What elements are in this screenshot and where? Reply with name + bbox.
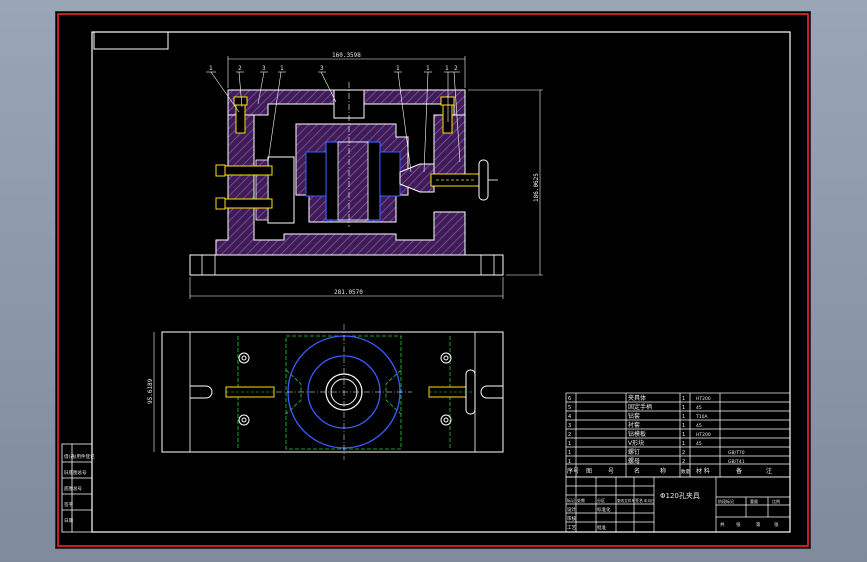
balloon-8: 1 xyxy=(445,65,449,72)
bom-cell-r4-c1: 钻模板 xyxy=(628,430,646,438)
bom-header-no2: 号 xyxy=(608,468,614,475)
bom-cell-r1-c1: 固定手柄 xyxy=(628,403,652,411)
bom-cell-r6-c1: 螺钉 xyxy=(628,448,640,456)
side-table-cell-4: 签字 xyxy=(64,501,73,508)
bom-header-name2: 称 xyxy=(660,467,666,475)
bom-cell-r3-c2: 1 xyxy=(682,423,685,429)
title-sign: 签名 xyxy=(635,497,643,503)
bom-cell-r0-c2: 1 xyxy=(682,396,685,402)
balloon-1: 1 xyxy=(209,65,213,72)
bom-header-remark: 备 xyxy=(736,467,742,475)
bom-cell-r5-c2: 1 xyxy=(682,441,685,447)
base-width-dimension: 281.0570 xyxy=(334,289,363,296)
title-count: 处数 xyxy=(577,497,585,503)
bom-cell-r1-c3: 45 xyxy=(696,405,702,411)
stage-scale: 比例 xyxy=(772,498,780,504)
bom-header-name: 名 xyxy=(634,467,640,475)
bom-cell-r0-c1: 夹具体 xyxy=(628,394,646,402)
bom-cell-r7-c1: 螺母 xyxy=(628,457,640,465)
front-section-view xyxy=(189,82,504,276)
side-table-cell-2: 旧底图总号 xyxy=(64,469,87,476)
bom-header-material: 材 料 xyxy=(696,467,710,475)
bom-cell-r4-c0: 2 xyxy=(568,432,571,438)
bom-cell-r7-c4: GB/T41 xyxy=(728,459,745,465)
bom-cell-r5-c0: 1 xyxy=(568,441,571,447)
bom-cell-r6-c4: GB/T70 xyxy=(728,450,745,456)
sheet-number: 第 xyxy=(756,521,761,528)
balloon-2: 2 xyxy=(238,65,242,72)
plan-depth-dimension: 95.6189 xyxy=(147,378,154,404)
title-std: 标准化 xyxy=(597,506,611,513)
top-width-dimension: 160.3598 xyxy=(332,52,361,59)
bom-cell-r5-c3: 45 xyxy=(696,441,702,447)
title-design: 设计 xyxy=(567,506,576,513)
bom-cell-r3-c1: 衬套 xyxy=(628,421,640,429)
plan-view xyxy=(153,324,504,460)
bom-cell-r2-c1: 钻套 xyxy=(628,412,640,420)
bom-cell-r5-c1: V形块 xyxy=(628,439,644,447)
bom-cell-r1-c2: 1 xyxy=(682,405,685,411)
side-table-cell-5: 日期 xyxy=(64,518,73,524)
bom-header-drawing: 图 xyxy=(586,468,592,475)
title-zone: 分区 xyxy=(597,497,605,503)
stage-mark: 阶段标记 xyxy=(718,498,734,504)
bom-cell-r6-c0: 1 xyxy=(568,450,571,456)
title-change-doc: 更改文件号 xyxy=(617,498,635,503)
title-mark: 标记 xyxy=(567,497,575,503)
balloon-9: 2 xyxy=(454,65,458,72)
bom-cell-r3-c0: 3 xyxy=(568,423,571,429)
bom-cell-r7-c0: 1 xyxy=(568,459,571,465)
bom-cell-r0-c3: HT200 xyxy=(696,396,711,402)
bom-header-remark2: 注 xyxy=(766,467,772,475)
side-table-cell-1: 借(通)用件登记 xyxy=(64,453,95,460)
bom-header-no: 序号 xyxy=(567,467,579,475)
bill-of-materials-grid xyxy=(565,392,791,478)
bom-header: 序号 图 号 名 称 数量 材 料 备 注 xyxy=(567,467,772,475)
part-name: Φ120孔夹具 xyxy=(660,491,700,500)
bom-cell-r7-c2: 2 xyxy=(682,459,685,465)
bom-header-qty: 数量 xyxy=(681,468,690,475)
balloon-7: 1 xyxy=(426,65,430,72)
bom-cell-r2-c3: T10A xyxy=(695,414,708,420)
bom-cell-r2-c0: 4 xyxy=(568,414,571,420)
bom-cell-r6-c2: 2 xyxy=(682,450,685,456)
title-approve: 批准 xyxy=(597,524,606,531)
engineering-drawing: 1 2 3 1 3 1 1 1 2 160.3598 281.0570 186.… xyxy=(57,13,809,547)
bom-cell-r3-c3: 45 xyxy=(696,423,702,429)
balloon-6: 1 xyxy=(396,65,400,72)
sheet-number-unit: 张 xyxy=(774,521,779,528)
cad-drawing-canvas[interactable]: 1 2 3 1 3 1 1 1 2 160.3598 281.0570 186.… xyxy=(56,12,810,548)
bom-cell-r4-c3: HT200 xyxy=(696,432,711,438)
balloon-5: 3 xyxy=(320,65,324,72)
side-table-cell-3: 底图总号 xyxy=(64,485,82,492)
title-process: 工艺 xyxy=(567,525,576,531)
stage-weight: 重量 xyxy=(750,498,758,504)
balloon-4: 1 xyxy=(280,65,284,72)
bom-cell-r2-c2: 1 xyxy=(682,414,685,420)
inner-border xyxy=(91,31,791,533)
title-review: 审核 xyxy=(567,515,576,522)
sheet-total-unit: 张 xyxy=(736,521,741,528)
balloon-3: 3 xyxy=(262,65,266,72)
height-dimension: 186.0625 xyxy=(533,173,540,202)
bom-cell-r4-c2: 1 xyxy=(682,432,685,438)
bom-cell-r1-c0: 5 xyxy=(568,405,571,411)
bom-rows: 6 夹具体 1 HT200 5 固定手柄 1 45 4 钻套 1 T10A 3 衬套 1 45 2 钻模板 1 HT2… xyxy=(568,394,745,465)
title-date: 年月日 xyxy=(644,498,655,503)
bom-cell-r0-c0: 6 xyxy=(568,396,571,402)
drawing-code-box xyxy=(93,31,169,50)
sheet-total: 共 xyxy=(720,521,725,528)
